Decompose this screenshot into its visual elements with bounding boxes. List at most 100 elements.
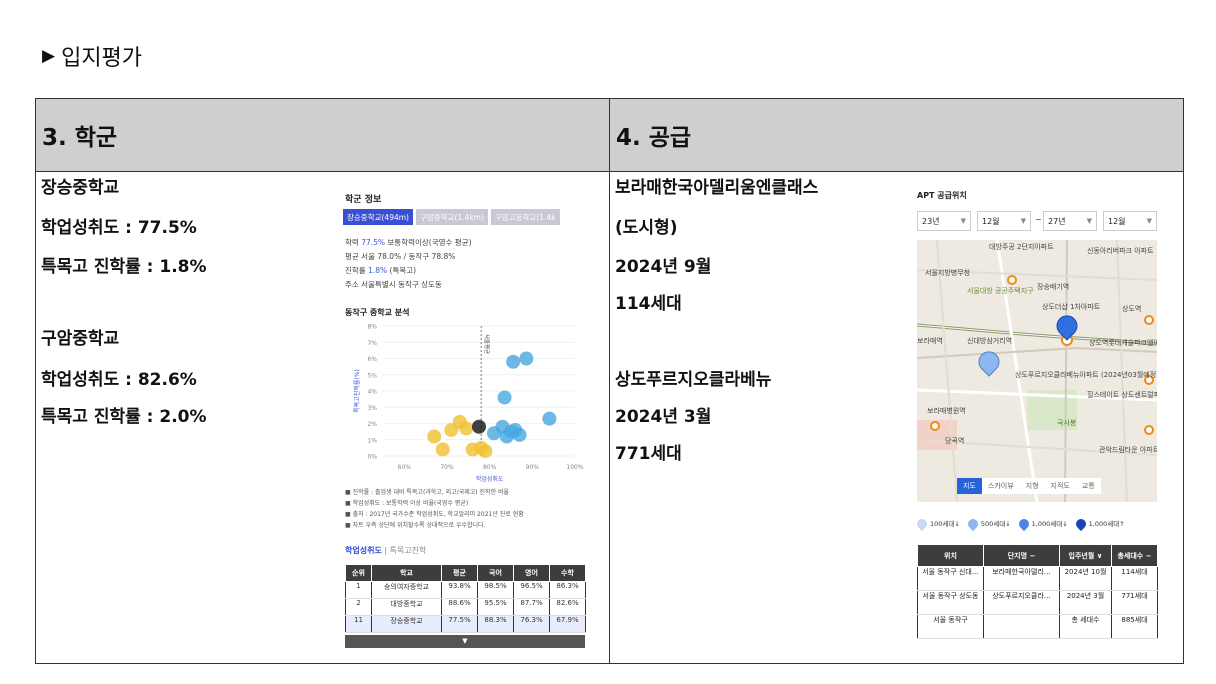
complex-units: 114세대	[615, 294, 682, 314]
complex-units: 771세대	[615, 444, 682, 464]
to-year-select[interactable]: 27년 ▼	[1043, 211, 1097, 231]
info-address: 주소 서울특별시 동작구 상도동	[345, 280, 442, 289]
supply-header-cell[interactable]: 단지명 −	[983, 544, 1060, 567]
analysis-title: 동작구 중학교 분석	[345, 308, 410, 317]
table-row: 2 대방중학교 88.6% 95.5% 87.7% 82.6%	[345, 598, 586, 616]
school-achievement: 학업성취도 : 82.6%	[41, 370, 197, 390]
school-header: 3. 학군	[35, 98, 610, 172]
map-legend: 100세대↓ 500세대↓ 1,000세대↓ 1,000세대↑	[914, 516, 1125, 532]
x-axis-label: 학업성취도	[476, 475, 504, 482]
chevron-down-icon: ▼	[960, 217, 966, 225]
supply-cell: 보라매한국아델리움엔클래스 (도시형) 2024년 9월 114세대 상도푸르지…	[609, 171, 1184, 664]
y-tick-label: 7%	[367, 340, 377, 347]
scatter-point	[459, 421, 474, 436]
rank-header: 평균	[441, 564, 478, 582]
school-name: 구암중학교	[41, 329, 120, 349]
scatter-point	[519, 351, 534, 366]
scatter-point	[497, 390, 512, 405]
map-marker-icon	[1073, 516, 1088, 532]
complex-name: 상도푸르지오클라베뉴	[615, 370, 772, 390]
rank-header: 순위	[345, 564, 372, 582]
scatter-point	[506, 354, 521, 369]
legend-item: 1,000세대↑	[1073, 516, 1125, 532]
supply-header-cell[interactable]: 위치	[917, 544, 984, 567]
tab-school-3[interactable]: 구암고등학교(1.4k	[490, 209, 560, 225]
tab-terrain[interactable]: 지형	[1020, 478, 1045, 494]
from-year-select[interactable]: 23년 ▼	[917, 211, 971, 231]
section-title: 입지평가	[61, 46, 143, 71]
school-name: 장승중학교	[41, 178, 120, 198]
tab-cadastral[interactable]: 지적도	[1045, 478, 1076, 494]
from-month-select[interactable]: 12월 ▼	[977, 211, 1031, 231]
x-tick-label: 90%	[526, 464, 540, 471]
map-marker-icon	[978, 351, 1000, 377]
subtab-achievement[interactable]: 학업성취도	[345, 546, 382, 555]
school-rank-table: 순위 학교 평균 국어 영어 수학 1 숭의여자중학교 93.8% 98.5% 96.5…	[345, 564, 586, 633]
scatter-point	[435, 442, 450, 457]
supply-map-screenshot: APT 공급위치 23년 ▼ 12월 ▼ ~ 27년 ▼ 12월 ▼ 대방주공 …	[909, 184, 1165, 648]
table-row[interactable]: 서울 동작구 신대… 보라매한국아델리… 2024년 10월 114세대	[917, 566, 1158, 591]
rank-header: 수학	[549, 564, 586, 582]
school-special-rate: 특목고 진학률 : 2.0%	[41, 407, 207, 427]
y-tick-label: 6%	[367, 356, 377, 363]
chevron-down-icon: ▼	[1086, 217, 1092, 225]
evaluation-table: 3. 학군 4. 공급 장승중학교 학업성취도 : 77.5% 특목고 진학률 …	[35, 98, 1184, 664]
reference-label: 서울평균	[483, 334, 491, 354]
table-row: 11 장승중학교 77.5% 88.3% 76.3% 67.9%	[345, 615, 586, 633]
map-type-tabs: 지도 스카이뷰 지형 지적도 교통	[957, 478, 1101, 494]
supply-header-cell[interactable]: 총세대수 −	[1111, 544, 1158, 567]
x-tick-label: 60%	[398, 464, 412, 471]
map-marker-icon	[914, 516, 930, 532]
map-marker-icon	[965, 516, 980, 532]
table-row[interactable]: 서울 동작구 상도동 상도푸르지오클라… 2024년 3월 771세대	[917, 590, 1158, 615]
school-achievement: 학업성취도 : 77.5%	[41, 218, 197, 238]
legend-item: 500세대↓	[965, 516, 1011, 532]
chart-note: ■ 진학률 : 졸업생 대비 특목고(과학고, 외고/국제고) 진학한 비율	[345, 489, 510, 496]
complex-date: 2024년 3월	[615, 407, 712, 427]
complex-name: 보라매한국아델리움엔클래스	[615, 178, 819, 198]
school-special-rate: 특목고 진학률 : 1.8%	[41, 257, 207, 277]
tab-school-2[interactable]: 구암중학교(1.4km)	[415, 209, 488, 225]
map-marker-icon	[1016, 516, 1031, 532]
y-tick-label: 3%	[367, 405, 377, 412]
info-achievement: 학력 77.5% 보통학력이상(국영수 평균)	[345, 238, 472, 247]
rank-header: 학교	[371, 564, 442, 582]
y-tick-label: 1%	[367, 437, 377, 444]
scatter-point	[478, 444, 493, 459]
x-tick-label: 70%	[440, 464, 454, 471]
chart-note: ■ 차트 우측 상단에 위치할수록 상대적으로 우수합니다.	[345, 522, 486, 529]
info-average: 평균 서울 78.0% / 동작구 78.8%	[345, 252, 456, 261]
supply-map[interactable]: 대방주공 2단지아파트 신동아리버파크 아파트 서울지방병무청 서울대방 공공주…	[917, 240, 1157, 502]
tab-traffic[interactable]: 교통	[1076, 478, 1101, 494]
x-tick-label: 100%	[566, 464, 583, 471]
tab-school-1[interactable]: 장승중학교(494m)	[343, 209, 413, 225]
y-tick-label: 4%	[367, 389, 377, 396]
complex-date: 2024년 9월	[615, 257, 712, 277]
supply-table: 위치 단지명 − 입주년월 ∨ 총세대수 − 서울 동작구 신대… 보라매한국아델…	[917, 544, 1158, 639]
expand-button[interactable]: ▼	[345, 635, 585, 648]
section-heading: ▶ 입지평가	[42, 40, 142, 72]
legend-item: 100세대↓	[914, 516, 960, 532]
scatter-point	[542, 411, 557, 426]
tab-map[interactable]: 지도	[957, 478, 982, 494]
supply-header-cell[interactable]: 입주년월 ∨	[1059, 544, 1112, 567]
chevron-down-icon: ▼	[1020, 217, 1026, 225]
school-cell: 장승중학교 학업성취도 : 77.5% 특목고 진학률 : 1.8% 구암중학교…	[35, 171, 610, 664]
school-info-screenshot: 학군 정보 장승중학교(494m) 구암중학교(1.4km) 구암고등학교(1.…	[337, 186, 593, 648]
tab-skyview[interactable]: 스카이뷰	[982, 478, 1020, 494]
supply-header: 4. 공급	[609, 98, 1184, 172]
chart-note: ■ 학업성취도 : 보통학력 이상 비율(국영수 평균)	[345, 500, 469, 507]
rank-header: 영어	[513, 564, 550, 582]
y-axis-label: 특목고진학률(%)	[353, 369, 361, 413]
rank-subtabs: 학업성취도 | 특목고진학	[345, 546, 427, 555]
subtab-special[interactable]: 특목고진학	[390, 546, 427, 555]
school-info-title: 학군 정보	[345, 195, 382, 205]
triangle-marker-icon: ▶	[42, 46, 56, 66]
y-tick-label: 2%	[367, 421, 377, 428]
school-scatter-chart: 0% 1% 2% 3% 4% 5% 6% 7% 8% 60% 70% 80% 90% 100% 학업성취도 특…	[353, 324, 584, 483]
to-month-select[interactable]: 12월 ▼	[1103, 211, 1157, 231]
chevron-down-icon: ▼	[1146, 217, 1152, 225]
y-tick-label: 8%	[367, 324, 377, 331]
scatter-point	[472, 419, 486, 434]
y-tick-label: 5%	[367, 372, 377, 379]
